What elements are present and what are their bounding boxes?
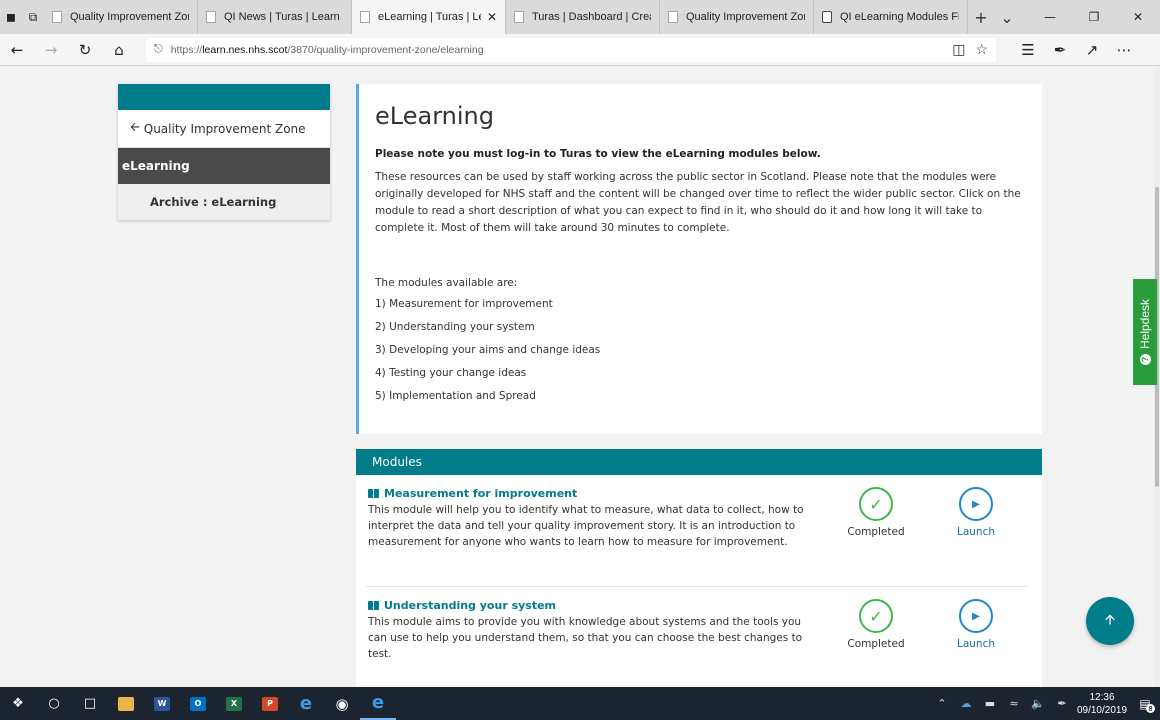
windows-taskbar: ❖ ○ □ W O X P e ◉ e ⌃ ☁ ▬ ≈ 🔈 ✒ 12:36 09… <box>0 687 1160 720</box>
module-launch-button[interactable]: ▶ Launch <box>931 487 1021 538</box>
more-icon[interactable]: ⋯ <box>1108 34 1140 66</box>
page-viewport: 🡨 Quality Improvement Zone eLearning Arc… <box>0 67 1160 687</box>
module-launch-button[interactable]: ▶ Launch <box>931 599 1021 650</box>
arrow-left-icon: 🡨 <box>130 120 140 134</box>
url-prefix: https:// <box>170 43 203 56</box>
tab-list-chevron-icon[interactable]: ⌄ <box>994 0 1020 34</box>
page-favicon-icon <box>360 11 370 23</box>
close-tab-icon[interactable]: ✕ <box>487 10 497 24</box>
favorites-hub-icon[interactable]: ☰ <box>1012 34 1044 66</box>
browser-tab-2[interactable]: QI News | Turas | Learn <box>198 0 352 34</box>
module-completed-status: ✓ Completed <box>831 599 921 650</box>
spreadsheet-favicon-icon <box>822 11 832 23</box>
edge-app-icon[interactable]: e <box>360 687 396 720</box>
chevron-up-icon[interactable]: ⌃ <box>930 697 954 710</box>
sidebar-item-archive-elearning[interactable]: Archive : eLearning <box>118 184 330 220</box>
home-icon[interactable]: ⌂ <box>102 34 136 66</box>
page-favicon-icon <box>668 11 678 23</box>
play-circle-icon: ▶ <box>959 599 993 633</box>
check-circle-icon: ✓ <box>859 487 893 521</box>
helpdesk-tab[interactable]: ? Helpdesk <box>1133 279 1157 385</box>
list-item: 2) Understanding your system <box>375 321 535 333</box>
page-favicon-icon <box>52 11 62 23</box>
module-description: This module aims to provide you with kno… <box>368 616 803 660</box>
clock[interactable]: 12:36 09/10/2019 <box>1074 691 1130 717</box>
favorite-star-icon[interactable]: ☆ <box>975 41 988 58</box>
sidebar-header <box>118 84 330 110</box>
list-item: 3) Developing your aims and change ideas <box>375 344 601 356</box>
url-path: /3870/quality-improvement-zone/elearning <box>287 43 484 56</box>
login-note: Please note you must log-in to Turas to … <box>375 148 821 160</box>
action-center-icon[interactable]: ▤ 8 <box>1130 687 1160 720</box>
browser-tab-3-active[interactable]: eLearning | Turas | Le ✕ <box>352 0 506 34</box>
monitor-icon[interactable]: ▬ <box>978 697 1002 710</box>
outlook-app-icon[interactable]: O <box>180 687 216 720</box>
module-row: Understanding your system This module ai… <box>366 587 1028 687</box>
volume-muted-icon[interactable]: 🔈 <box>1026 697 1050 710</box>
minimize-icon[interactable]: — <box>1028 0 1072 34</box>
internet-explorer-icon[interactable]: e <box>288 687 324 720</box>
onedrive-cloud-icon[interactable]: ☁ <box>954 697 978 710</box>
list-item: 5) Implementation and Spread <box>375 390 536 402</box>
search-circle-icon[interactable]: ○ <box>36 687 72 720</box>
browser-tab-bar: ◼ ⧉ Quality Improvement Zor QI News | Tu… <box>0 0 1160 34</box>
page-favicon-icon <box>514 11 524 23</box>
lock-icon: ⎋ <box>154 43 163 55</box>
browser-tab-6[interactable]: QI eLearning Modules Fir <box>814 0 968 34</box>
word-app-icon[interactable]: W <box>144 687 180 720</box>
forward-icon[interactable]: → <box>34 34 68 66</box>
excel-app-icon[interactable]: X <box>216 687 252 720</box>
page-favicon-icon <box>206 11 216 23</box>
wifi-icon[interactable]: ≈ <box>1002 697 1026 710</box>
powerpoint-app-icon[interactable]: P <box>252 687 288 720</box>
back-icon[interactable]: ← <box>0 34 34 66</box>
list-item: 1) Measurement for improvement <box>375 298 553 310</box>
check-circle-icon: ✓ <box>859 599 893 633</box>
module-description: This module will help you to identify wh… <box>368 504 804 548</box>
browser-tab-1[interactable]: Quality Improvement Zor <box>44 0 198 34</box>
question-circle-icon: ? <box>1139 354 1151 366</box>
module-title-link[interactable]: Measurement for improvement <box>368 487 577 500</box>
list-item: 4) Testing your change ideas <box>375 367 527 379</box>
module-row: Measurement for improvement This module … <box>366 475 1028 587</box>
module-completed-status: ✓ Completed <box>831 487 921 538</box>
system-tray: ⌃ ☁ ▬ ≈ 🔈 ✒ 12:36 09/10/2019 ▤ 8 <box>930 687 1160 720</box>
modules-card: Modules Measurement for improvement This… <box>356 449 1042 687</box>
page-title: eLearning <box>375 102 494 130</box>
address-bar[interactable]: ⎋ https://learn.nes.nhs.scot/3870/qualit… <box>146 37 996 62</box>
book-icon <box>368 489 379 498</box>
file-explorer-icon[interactable] <box>108 687 144 720</box>
share-icon[interactable]: ↗ <box>1076 34 1108 66</box>
book-icon <box>368 601 379 610</box>
browser-tab-4[interactable]: Turas | Dashboard | Creat <box>506 0 660 34</box>
browser-nav-bar: ← → ↻ ⌂ ⎋ https://learn.nes.nhs.scot/387… <box>0 34 1160 66</box>
sidebar-nav: 🡨 Quality Improvement Zone eLearning Arc… <box>118 84 330 220</box>
modules-intro: The modules available are: <box>375 277 518 289</box>
restore-icon[interactable]: ❐ <box>1072 0 1116 34</box>
refresh-icon[interactable]: ↻ <box>68 34 102 66</box>
reading-view-icon[interactable]: ◫ <box>952 41 965 58</box>
sidebar-item-elearning[interactable]: eLearning <box>118 148 330 184</box>
intro-content-card: eLearning Please note you must log-in to… <box>356 84 1042 434</box>
tab-actions-icon[interactable]: ◼ <box>0 0 22 34</box>
url-host: learn.nes.nhs.scot <box>202 43 288 56</box>
intro-paragraph: These resources can be used by staff wor… <box>375 171 1021 234</box>
tabs-aside-icon[interactable]: ⧉ <box>22 0 44 34</box>
windows-start-icon[interactable]: ❖ <box>0 687 36 720</box>
sidebar-back-link[interactable]: 🡨 Quality Improvement Zone <box>118 110 330 148</box>
notification-badge: 8 <box>1146 704 1155 713</box>
module-list: 1) Measurement for improvement 2) Unders… <box>375 297 1026 404</box>
new-tab-icon[interactable]: + <box>968 0 994 34</box>
arrow-up-icon: 🡩 <box>1104 612 1116 628</box>
chrome-app-icon[interactable]: ◉ <box>324 687 360 720</box>
window-close-icon[interactable]: ✕ <box>1116 0 1160 34</box>
task-view-icon[interactable]: □ <box>72 687 108 720</box>
back-to-top-button[interactable]: 🡩 <box>1086 597 1134 645</box>
browser-tab-5[interactable]: Quality Improvement Zor <box>660 0 814 34</box>
pen-workspace-icon[interactable]: ✒ <box>1050 697 1074 710</box>
module-title-link[interactable]: Understanding your system <box>368 599 556 612</box>
pen-icon[interactable]: ✒ <box>1044 34 1076 66</box>
play-circle-icon: ▶ <box>959 487 993 521</box>
modules-header: Modules <box>356 449 1042 475</box>
